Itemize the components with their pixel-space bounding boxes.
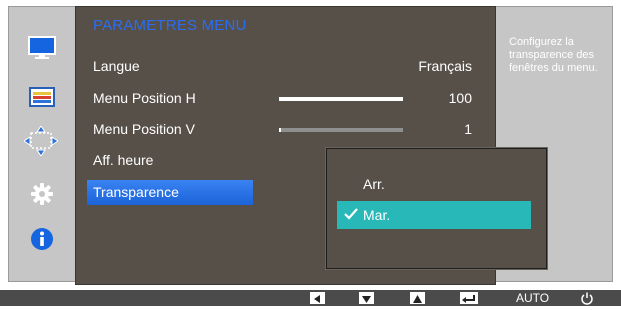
checkmark-icon [343, 206, 359, 227]
menu-item-label: Menu Position H [93, 90, 196, 106]
menu-item-label: Transparence [93, 184, 179, 200]
info-icon[interactable] [25, 222, 59, 256]
enter-button[interactable] [460, 292, 478, 304]
transparency-options-popup: Arr. Mar. [326, 148, 547, 269]
left-arrow-icon [314, 295, 320, 303]
menu-item-position-v[interactable]: Menu Position V 1 [76, 117, 476, 143]
down-button[interactable] [359, 292, 374, 304]
option-label: Mar. [363, 207, 391, 223]
monitor-button-bar: AUTO [0, 290, 621, 306]
menu-item-label: Aff. heure [93, 152, 154, 168]
osd-window: PARAMETRES MENU Langue Français Menu Pos… [8, 6, 613, 285]
auto-label: AUTO [516, 291, 550, 305]
menu-item-value: 100 [448, 90, 472, 106]
option-mar[interactable]: Mar. [337, 201, 531, 229]
menu-title: PARAMETRES MENU [93, 17, 247, 34]
down-arrow-icon [362, 296, 371, 303]
size-position-icon[interactable] [24, 124, 58, 158]
position-h-slider[interactable] [279, 97, 403, 101]
up-arrow-icon [413, 295, 422, 303]
option-label: Arr. [363, 176, 385, 192]
menu-item-label: Menu Position V [93, 121, 195, 137]
menu-item-label: Langue [93, 58, 140, 74]
color-icon[interactable] [25, 80, 59, 114]
enter-icon [462, 295, 475, 303]
auto-button[interactable]: AUTO [516, 292, 549, 304]
settings-gear-icon[interactable] [25, 177, 59, 211]
left-button[interactable] [310, 292, 325, 304]
menu-item-transparence[interactable]: Transparence [87, 180, 253, 205]
category-sidebar [9, 7, 76, 281]
menu-item-position-h[interactable]: Menu Position H 100 [76, 86, 476, 112]
up-button[interactable] [410, 292, 425, 304]
picture-icon[interactable] [25, 31, 59, 65]
settings-panel: PARAMETRES MENU Langue Français Menu Pos… [75, 6, 547, 285]
position-v-slider-fill [279, 128, 281, 132]
menu-item-value: Français [418, 58, 472, 74]
power-button[interactable] [580, 292, 594, 305]
position-h-slider-fill [279, 97, 403, 101]
help-text: Configurez la transparence des fenêtres … [509, 36, 598, 74]
menu-item-value: 1 [464, 121, 472, 137]
menu-item-langue[interactable]: Langue Français [76, 54, 476, 80]
power-icon [581, 292, 593, 305]
position-v-slider[interactable] [279, 128, 403, 132]
option-arr[interactable]: Arr. [337, 170, 531, 198]
